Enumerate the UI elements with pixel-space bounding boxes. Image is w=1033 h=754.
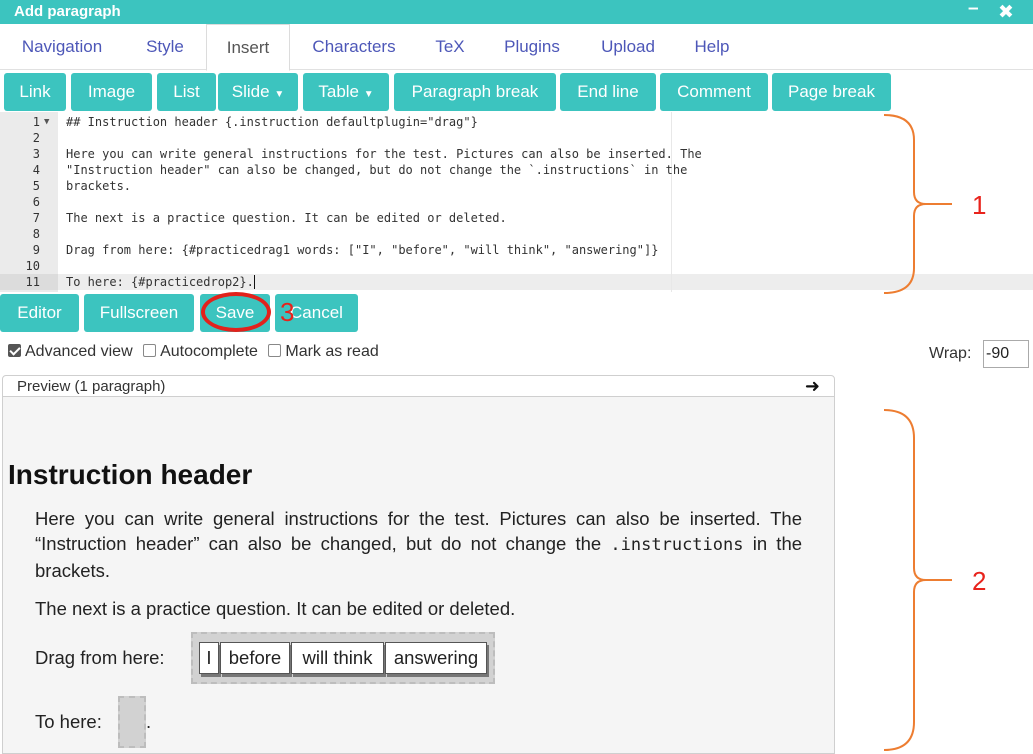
code-line: brackets. [66, 179, 132, 193]
preview-title: Preview (1 paragraph) [17, 378, 166, 395]
preview-paragraph-2: The next is a practice question. It can … [35, 598, 516, 619]
line-number: 7 [32, 211, 40, 225]
tab-style[interactable]: Style [124, 24, 206, 70]
page-break-button[interactable]: Page break [772, 73, 891, 111]
fold-caret-icon[interactable]: ▼ [44, 117, 49, 127]
drag-word[interactable]: I [199, 642, 219, 674]
markdown-editor[interactable]: 1 ▼ 2 3 4 5 6 7 8 9 10 11 ## Instruction… [0, 112, 1033, 292]
editor-button[interactable]: Editor [0, 294, 79, 332]
wrap-label: Wrap: [929, 345, 972, 362]
link-button[interactable]: Link [4, 73, 66, 111]
advanced-view-checkbox[interactable] [8, 344, 21, 357]
image-button[interactable]: Image [71, 73, 152, 111]
drop-target-zone[interactable] [118, 696, 146, 748]
code-line: Here you can write general instructions … [66, 147, 702, 161]
annotation-label-1: 1 [972, 190, 987, 220]
code-line-active: To here: {#practicedrop2}. [66, 275, 255, 289]
fullscreen-button[interactable]: Fullscreen [84, 294, 194, 332]
line-number: 8 [32, 227, 40, 241]
end-line-button[interactable]: End line [560, 73, 656, 111]
line-number: 1 [32, 115, 40, 129]
editor-options: Advanced view Autocomplete Mark as read [8, 343, 379, 361]
code-line: Drag from here: {#practicedrag1 words: [… [66, 243, 659, 257]
code-line: The next is a practice question. It can … [66, 211, 507, 225]
comment-button[interactable]: Comment [660, 73, 768, 111]
line-number: 11 [25, 275, 40, 289]
drop-tail: . [146, 711, 152, 732]
slide-button-label: Slide [231, 82, 270, 101]
tab-help[interactable]: Help [682, 24, 742, 70]
list-button[interactable]: List [157, 73, 216, 111]
close-icon[interactable]: ✖ [998, 1, 1014, 24]
drag-word[interactable]: answering [385, 642, 487, 674]
drag-word[interactable]: will think [291, 642, 384, 674]
slide-dropdown-button[interactable]: Slide ▼ [218, 73, 298, 111]
arrow-right-icon[interactable]: ➜ [805, 376, 820, 397]
menu-tabs: Navigation Style Insert Characters TeX P… [0, 24, 1033, 71]
annotation-brace-2 [883, 409, 952, 751]
preview-paragraph-1: Here you can write general instructions … [35, 506, 802, 583]
code-line: "Instruction header" can also be changed… [66, 163, 688, 177]
mark-as-read-label: Mark as read [285, 343, 379, 360]
preview-panel: Instruction header Here you can write ge… [2, 397, 835, 754]
line-number: 6 [32, 195, 40, 209]
drop-label: To here: [35, 711, 102, 732]
line-number: 3 [32, 147, 40, 161]
window-titlebar: Add paragraph – ✖ [0, 0, 1033, 24]
tab-characters[interactable]: Characters [296, 24, 412, 70]
tab-navigation[interactable]: Navigation [0, 24, 124, 70]
print-margin [671, 112, 672, 292]
annotation-label-3: 3 [280, 297, 295, 327]
inline-code: .instructions [610, 535, 744, 555]
annotation-label-2: 2 [972, 566, 987, 596]
preview-header: Preview (1 paragraph) ➜ [2, 375, 835, 397]
minimize-icon[interactable]: – [968, 0, 979, 20]
drag-label: Drag from here: [35, 647, 165, 668]
autocomplete-checkbox[interactable] [143, 344, 157, 357]
drag-source-zone: I before will think answering [191, 632, 495, 684]
table-button-label: Table [318, 82, 359, 101]
tab-upload[interactable]: Upload [588, 24, 668, 70]
line-number: 4 [32, 163, 40, 177]
caret-down-icon: ▼ [274, 89, 285, 100]
line-number: 2 [32, 131, 40, 145]
code-line-text: To here: {#practicedrop2}. [66, 275, 254, 289]
wrap-input[interactable] [983, 340, 1029, 368]
line-number: 5 [32, 179, 40, 193]
mark-as-read-checkbox[interactable] [268, 344, 282, 357]
drag-word[interactable]: before [220, 642, 290, 674]
window-title: Add paragraph [14, 3, 121, 20]
tab-insert[interactable]: Insert [206, 24, 290, 71]
preview-heading: Instruction header [8, 459, 253, 490]
annotation-brace-1 [883, 114, 952, 294]
tab-tex[interactable]: TeX [420, 24, 480, 70]
tab-plugins[interactable]: Plugins [490, 24, 574, 70]
table-dropdown-button[interactable]: Table ▼ [303, 73, 389, 111]
annotation-circle-save [201, 292, 271, 332]
advanced-view-label: Advanced view [25, 343, 133, 360]
paragraph-break-button[interactable]: Paragraph break [394, 73, 556, 111]
line-number: 10 [25, 259, 40, 273]
line-number: 9 [32, 243, 40, 257]
caret-down-icon: ▼ [363, 89, 374, 100]
text-cursor [253, 275, 255, 289]
autocomplete-label: Autocomplete [160, 343, 258, 360]
code-line: ## Instruction header {.instruction defa… [66, 115, 478, 129]
